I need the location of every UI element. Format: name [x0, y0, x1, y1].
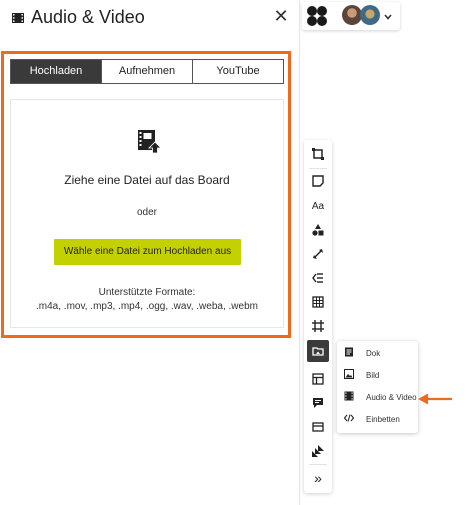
- embed-code-icon: [343, 410, 355, 428]
- arrow-left-icon: [417, 392, 453, 406]
- panel-header: Audio & Video ✕: [0, 0, 300, 38]
- avatar[interactable]: [360, 5, 380, 25]
- tab-record[interactable]: Aufnehmen: [102, 60, 193, 83]
- template-icon[interactable]: [307, 368, 329, 390]
- jira-icon[interactable]: [307, 440, 329, 462]
- card-icon[interactable]: [307, 416, 329, 438]
- toolbar-divider: [309, 464, 327, 465]
- submenu-label: Einbetten: [366, 414, 400, 424]
- supported-formats-label: Unterstützte Formate:: [98, 287, 196, 298]
- tab-upload[interactable]: Hochladen: [11, 60, 102, 83]
- submenu-label: Audio & Video: [366, 392, 417, 402]
- comment-icon[interactable]: [307, 392, 329, 414]
- submenu-label: Bild: [366, 370, 380, 380]
- submenu-item-audio-video[interactable]: Audio & Video: [344, 390, 417, 404]
- upload-video-icon: [137, 128, 163, 154]
- toolbar-divider: [309, 168, 327, 169]
- submenu-item-embed[interactable]: Einbetten: [343, 410, 400, 428]
- choose-file-button[interactable]: Wähle eine Datei zum Hochladen aus: [54, 239, 241, 265]
- connector-icon[interactable]: [307, 243, 329, 265]
- submenu-item-image[interactable]: Bild: [344, 368, 379, 382]
- supported-formats-list: .m4a, .mov, .mp3, .mp4, .ogg, .wav, .web…: [36, 301, 258, 312]
- sticky-note-icon[interactable]: [307, 170, 329, 192]
- mindmap-icon[interactable]: [307, 267, 329, 289]
- close-icon[interactable]: ✕: [273, 7, 289, 25]
- app-logo-icon[interactable]: [306, 5, 328, 27]
- chevron-down-icon[interactable]: [383, 9, 393, 20]
- film-icon: [344, 388, 354, 406]
- drop-title: Ziehe eine Datei auf das Board: [64, 173, 230, 187]
- image-icon: [344, 366, 354, 384]
- shapes-icon[interactable]: [307, 219, 329, 241]
- text-icon[interactable]: Aa: [307, 195, 329, 217]
- avatar[interactable]: [342, 5, 362, 25]
- upload-tabs: Hochladen Aufnehmen YouTube: [10, 59, 284, 84]
- table-icon[interactable]: [307, 291, 329, 313]
- submenu-label: Dok: [366, 348, 381, 358]
- frame-icon[interactable]: [307, 143, 329, 165]
- submenu-item-doc[interactable]: Dok: [344, 346, 380, 360]
- tab-youtube[interactable]: YouTube: [193, 60, 283, 83]
- or-text: oder: [136, 207, 157, 218]
- document-icon: [344, 344, 354, 362]
- crop-frame-icon[interactable]: [307, 315, 329, 337]
- more-icon[interactable]: »: [307, 467, 329, 489]
- media-icon[interactable]: [307, 340, 329, 362]
- film-icon: [11, 11, 25, 25]
- panel-title: Audio & Video: [31, 7, 145, 27]
